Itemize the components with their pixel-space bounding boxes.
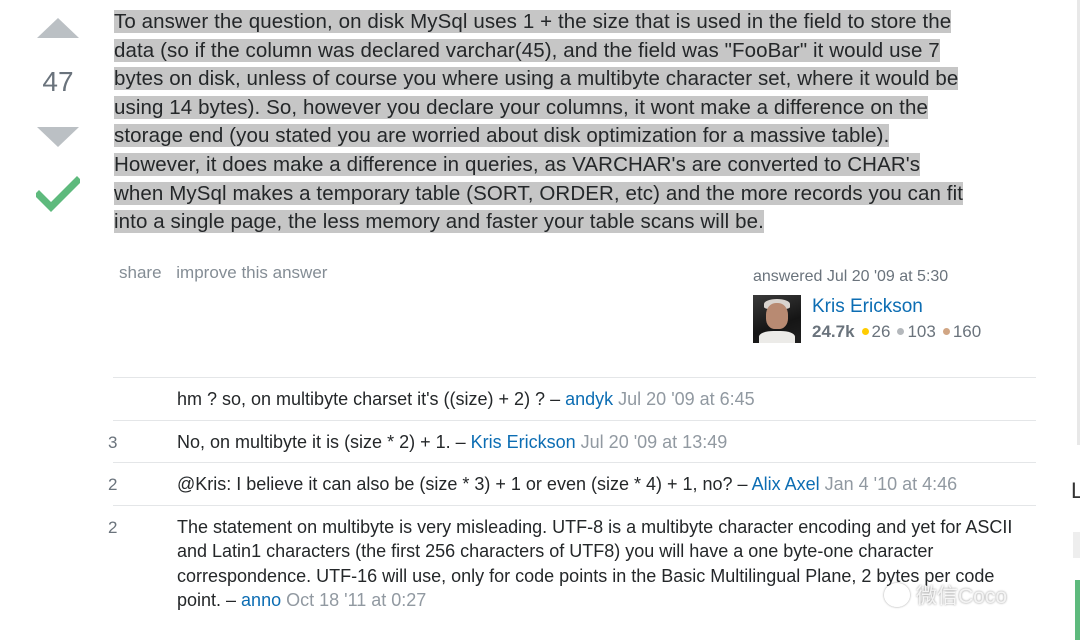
silver-badge-count: 103 [907, 322, 936, 341]
comment-user-link[interactable]: Kris Erickson [471, 432, 576, 452]
downvote-arrow-icon[interactable] [37, 127, 79, 147]
comment: 3 No, on multibyte it is (size * 2) + 1.… [108, 421, 1036, 463]
watermark-text: 微信Coco [916, 585, 1008, 608]
comment-text: No, on multibyte it is (size * 2) + 1. – [177, 431, 471, 452]
comment-body: No, on multibyte it is (size * 2) + 1. –… [177, 421, 1036, 463]
comment-date[interactable]: Jan 4 '10 at 4:46 [825, 474, 958, 494]
comment-score: 2 [108, 475, 118, 494]
user-name-link[interactable]: Kris Erickson [812, 296, 923, 318]
comment: 2 @Kris: I believe it can also be (size … [108, 463, 1036, 506]
user-stats: 24.7k 26 103 160 [812, 322, 981, 342]
vote-count: 47 [42, 66, 74, 97]
answer-line: into a single page, the less memory and … [114, 210, 764, 234]
answer-line: storage end (you stated you are worried … [114, 124, 890, 148]
accepted-checkmark-icon [36, 176, 80, 212]
post-menu: share improve this answer [119, 263, 337, 283]
comment-text: hm ? so, on multibyte charset it's ((siz… [177, 389, 566, 409]
comment-body: @Kris: I believe it can also be (size * … [177, 463, 1036, 505]
sidebar-edge-letter: L [1071, 478, 1080, 503]
answer-line: To answer the question, on disk MySql us… [114, 10, 952, 33]
avatar-shirt [759, 331, 795, 343]
silver-badge-icon [897, 328, 905, 336]
answer-line: using 14 bytes). So, however you declare… [114, 95, 928, 119]
gold-badge-count: 26 [871, 322, 891, 341]
answer-line: when MySql makes a temporary table (SORT… [114, 181, 964, 205]
comment: hm ? so, on multibyte charset it's ((siz… [113, 378, 1036, 421]
avatar[interactable] [753, 295, 801, 343]
upvote-arrow-icon[interactable] [37, 18, 79, 38]
bronze-badge-count: 160 [952, 322, 982, 341]
improve-answer-link[interactable]: improve this answer [176, 263, 327, 282]
bronze-badge-icon [942, 328, 950, 336]
reputation: 24.7k [812, 322, 855, 341]
answer-line: However, it does make a difference in qu… [114, 152, 921, 176]
comment-score: 2 [108, 517, 118, 537]
comment-user-link[interactable]: anno [241, 590, 281, 610]
comment-date[interactable]: Oct 18 '11 at 0:27 [286, 590, 426, 610]
comment-date[interactable]: Jul 20 '09 at 13:49 [581, 432, 728, 452]
gold-badge-icon [861, 328, 869, 336]
wechat-icon [884, 583, 910, 607]
comment-score: 3 [108, 432, 118, 452]
watermark: 微信Coco [884, 580, 1007, 610]
answered-time: answered Jul 20 '09 at 5:30 [753, 268, 949, 285]
share-link[interactable]: share [119, 263, 162, 282]
comment-body: hm ? so, on multibyte charset it's ((siz… [177, 378, 1036, 420]
comment-user-link[interactable]: andyk [565, 389, 613, 409]
sidebar-edge-box [1073, 532, 1080, 558]
comment-date[interactable]: Jul 20 '09 at 6:45 [618, 389, 755, 409]
comment-text: @Kris: I believe it can also be (size * … [177, 474, 752, 494]
answer-line: bytes on disk, unless of course you wher… [114, 67, 959, 91]
answer-line: data (so if the column was declared varc… [114, 38, 940, 62]
sidebar-edge-green-box [1075, 580, 1080, 640]
user-card: answered Jul 20 '09 at 5:30 Kris Erickso… [753, 268, 1043, 343]
avatar-face [766, 303, 788, 329]
comment-user-link[interactable]: Alix Axel [752, 474, 820, 494]
answer-body: To answer the question, on disk MySql us… [114, 8, 1034, 237]
